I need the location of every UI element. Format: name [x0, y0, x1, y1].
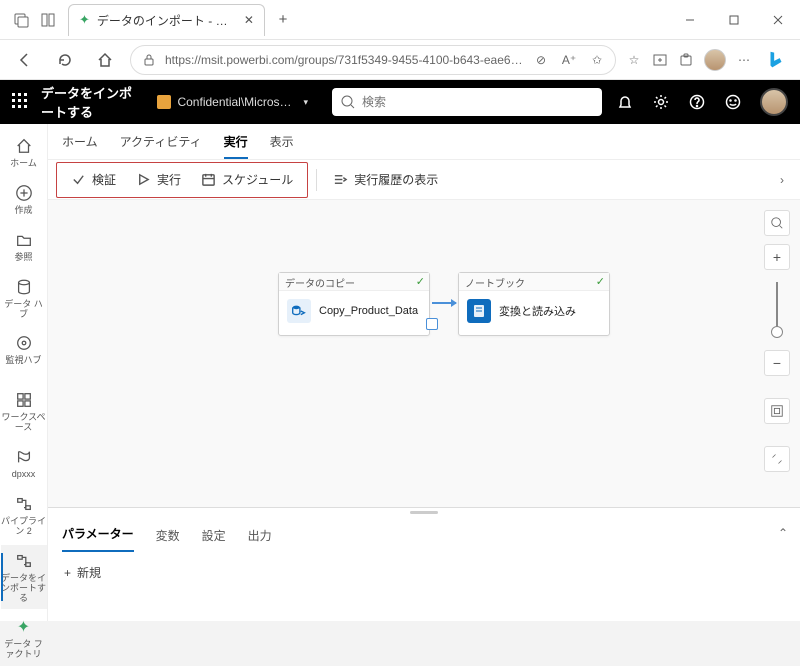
bottom-tab-settings[interactable]: 設定	[202, 527, 226, 552]
browser-profile-avatar[interactable]	[704, 49, 726, 71]
ribbon-overflow-button[interactable]: ›	[770, 173, 794, 187]
feedback-smiley-icon[interactable]	[724, 93, 742, 111]
rail-create[interactable]: 作成	[1, 177, 47, 222]
browser-tab-title: データのインポート - データ ファクトリ	[97, 12, 237, 29]
plus-icon: +	[64, 566, 71, 580]
validate-button[interactable]: 検証	[61, 164, 126, 196]
zoom-collapse-button[interactable]	[764, 446, 790, 472]
copy-data-icon	[287, 299, 311, 323]
refresh-button[interactable]	[50, 45, 80, 75]
settings-gear-icon[interactable]	[652, 93, 670, 111]
page-title: データをインポートする	[41, 83, 143, 121]
ribbon-toolbar: 検証 実行 スケジュール 実行履歴の表示 ›	[48, 160, 800, 200]
rail-pipeline2[interactable]: パイプライン 2	[1, 488, 47, 543]
collections-icon[interactable]	[652, 52, 668, 68]
url-bar: https://msit.powerbi.com/groups/731f5349…	[0, 40, 800, 80]
close-tab-button[interactable]: ✕	[244, 13, 254, 27]
notebook-icon	[467, 299, 491, 323]
rail-import-data[interactable]: データをインポートする	[1, 545, 47, 610]
rail-home[interactable]: ホーム	[1, 130, 47, 175]
zoom-slider[interactable]	[776, 282, 778, 338]
tab-view[interactable]: 表示	[270, 133, 294, 159]
run-button[interactable]: 実行	[126, 164, 191, 196]
ribbon-run-group: 検証 実行 スケジュール	[56, 162, 308, 198]
favorite-icon[interactable]: ✩	[589, 52, 605, 68]
permissions-icon[interactable]: ⊘	[533, 52, 549, 68]
window-titlebar: ✦ データのインポート - データ ファクトリ ✕ +	[0, 0, 800, 40]
schedule-button[interactable]: スケジュール	[191, 164, 303, 196]
browser-tab[interactable]: ✦ データのインポート - データ ファクトリ ✕	[68, 4, 265, 36]
status-success-icon: ✓	[416, 275, 425, 288]
search-icon	[340, 94, 356, 110]
tab-home[interactable]: ホーム	[62, 133, 98, 159]
tab-activity[interactable]: アクティビティ	[120, 133, 202, 159]
workspaces-icon[interactable]	[40, 12, 56, 28]
zoom-fit-button[interactable]	[764, 398, 790, 424]
minimize-window-button[interactable]	[668, 4, 712, 36]
chevron-down-icon: ▾	[303, 97, 308, 108]
user-avatar[interactable]	[760, 88, 788, 116]
new-tab-button[interactable]: +	[269, 6, 297, 34]
bottom-tab-variables[interactable]: 変数	[156, 527, 180, 552]
activity-name: Copy_Product_Data	[319, 305, 418, 317]
properties-panel: パラメーター 変数 設定 出力 ⌃ +新規	[48, 507, 800, 621]
more-menu-button[interactable]: ⋯	[736, 52, 752, 68]
rail-workspace[interactable]: ワークスペース	[1, 384, 47, 439]
panel-collapse-button[interactable]: ⌃	[778, 526, 788, 540]
rail-data-factory[interactable]: ✦データ ファクトリ	[1, 611, 47, 666]
sensitivity-text: Confidential\Microsoft ...	[177, 95, 297, 109]
connector-output-badge[interactable]	[426, 318, 438, 330]
url-text: https://msit.powerbi.com/groups/731f5349…	[165, 53, 525, 67]
tab-run[interactable]: 実行	[224, 133, 248, 159]
zoom-in-button[interactable]: +	[764, 244, 790, 270]
add-parameter-button[interactable]: +新規	[64, 564, 101, 581]
read-aloud-icon[interactable]: A⁺	[561, 52, 577, 68]
panel-resize-handle[interactable]	[48, 508, 800, 516]
zoom-out-button[interactable]: −	[764, 350, 790, 376]
tabs-overview-icon[interactable]	[14, 12, 30, 28]
zoom-search-button[interactable]	[764, 210, 790, 236]
rail-dpxxx[interactable]: dpxxx	[1, 441, 47, 486]
site-lock-icon	[141, 52, 157, 68]
back-button[interactable]	[10, 45, 40, 75]
data-factory-icon: ✦	[14, 617, 34, 637]
address-bar[interactable]: https://msit.powerbi.com/groups/731f5349…	[130, 45, 616, 75]
search-input[interactable]	[362, 95, 594, 109]
favorites-bar-icon[interactable]: ☆	[626, 52, 642, 68]
activity-name: 変換と読み込み	[499, 303, 576, 319]
pipeline-connector[interactable]	[432, 302, 456, 304]
app-header: データをインポートする Confidential\Microsoft ... ▾	[0, 80, 800, 124]
bing-chat-button[interactable]	[762, 46, 790, 74]
rail-datahub[interactable]: データ ハブ	[1, 271, 47, 326]
activity-node-copy[interactable]: データのコピー ✓ Copy_Product_Data	[278, 272, 430, 336]
bottom-tab-parameters[interactable]: パラメーター	[62, 525, 134, 552]
close-window-button[interactable]	[756, 4, 800, 36]
view-run-history-button[interactable]: 実行履歴の表示	[323, 164, 448, 196]
sensitivity-label[interactable]: Confidential\Microsoft ... ▾	[157, 95, 308, 109]
rail-monitor[interactable]: 監視ハブ	[1, 327, 47, 372]
fabric-favicon-icon: ✦	[79, 12, 90, 28]
app-launcher-button[interactable]	[12, 93, 27, 111]
extensions-icon[interactable]	[678, 52, 694, 68]
left-nav-rail: ホーム 作成 参照 データ ハブ 監視ハブ ワークスペース dpxxx パイプラ…	[0, 124, 48, 621]
node-type-label: データのコピー	[285, 279, 355, 290]
rail-browse[interactable]: 参照	[1, 224, 47, 269]
pipeline-canvas[interactable]: データのコピー ✓ Copy_Product_Data ノートブック ✓ 変換と読み…	[48, 200, 800, 507]
home-button[interactable]	[90, 45, 120, 75]
zoom-controls: + −	[764, 210, 790, 472]
notifications-icon[interactable]	[616, 93, 634, 111]
maximize-window-button[interactable]	[712, 4, 756, 36]
search-box[interactable]	[332, 88, 602, 116]
help-icon[interactable]	[688, 93, 706, 111]
node-type-label: ノートブック	[465, 279, 525, 290]
sensitivity-shield-icon	[157, 95, 171, 109]
zoom-slider-thumb[interactable]	[771, 326, 783, 338]
bottom-tab-output[interactable]: 出力	[248, 527, 272, 552]
page-tabs: ホーム アクティビティ 実行 表示	[48, 124, 800, 160]
activity-node-notebook[interactable]: ノートブック ✓ 変換と読み込み	[458, 272, 610, 336]
status-success-icon: ✓	[596, 275, 605, 288]
